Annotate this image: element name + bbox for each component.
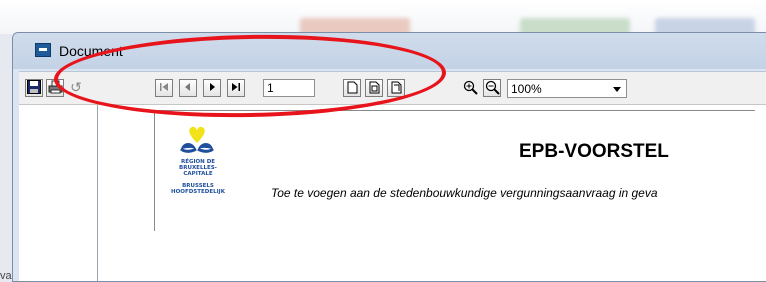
refresh-icon: ↺ bbox=[70, 80, 82, 96]
document-title: EPB-VOORSTEL bbox=[519, 141, 669, 162]
previous-page-icon bbox=[183, 82, 193, 94]
previous-page-button[interactable] bbox=[179, 79, 197, 97]
document-subtitle: Toe te voegen aan de stedenbouwkundige v… bbox=[271, 186, 658, 200]
single-page-view-button[interactable] bbox=[343, 79, 361, 97]
save-button[interactable] bbox=[25, 79, 43, 97]
desktop-background bbox=[0, 0, 766, 36]
toolbar: ↺ 1 100% bbox=[19, 71, 766, 105]
page-number-input[interactable]: 1 bbox=[263, 79, 315, 97]
zoom-in-button[interactable] bbox=[461, 79, 479, 97]
last-page-icon bbox=[231, 82, 241, 94]
next-page-button[interactable] bbox=[203, 79, 221, 97]
zoom-value: 100% bbox=[511, 82, 542, 96]
chevron-down-icon bbox=[613, 87, 621, 92]
last-page-button[interactable] bbox=[227, 79, 245, 97]
title-bar[interactable]: Document bbox=[13, 33, 766, 69]
full-page-view-button[interactable] bbox=[387, 79, 405, 97]
window-title: Document bbox=[59, 43, 123, 59]
print-button[interactable] bbox=[46, 79, 64, 97]
first-page-button[interactable] bbox=[155, 79, 173, 97]
printer-icon bbox=[48, 80, 63, 96]
page-icon bbox=[347, 81, 358, 96]
document-page: RÉGION DE BRUXELLES-CAPITALE BRUSSELS HO… bbox=[154, 110, 755, 231]
zoom-in-icon bbox=[463, 80, 478, 97]
page-width-icon bbox=[369, 81, 380, 96]
background-window-edge: va bbox=[0, 34, 12, 282]
zoom-out-button[interactable] bbox=[483, 79, 501, 97]
logo-text-dutch: BRUSSELS HOOFDSTEDELIJK bbox=[171, 183, 225, 195]
logo-text-french: RÉGION DE BRUXELLES-CAPITALE bbox=[179, 159, 217, 177]
zoom-select[interactable]: 100% bbox=[507, 79, 627, 98]
zoom-out-icon bbox=[485, 80, 500, 97]
page-width-view-button[interactable] bbox=[365, 79, 383, 97]
full-page-icon bbox=[391, 81, 402, 96]
background-window-text: va bbox=[0, 270, 12, 282]
thumbnail-pane bbox=[19, 105, 98, 281]
next-page-icon bbox=[207, 82, 217, 94]
floppy-disk-icon bbox=[27, 80, 41, 96]
application-icon bbox=[35, 43, 51, 57]
first-page-icon bbox=[159, 82, 169, 95]
refresh-button[interactable]: ↺ bbox=[67, 79, 85, 97]
